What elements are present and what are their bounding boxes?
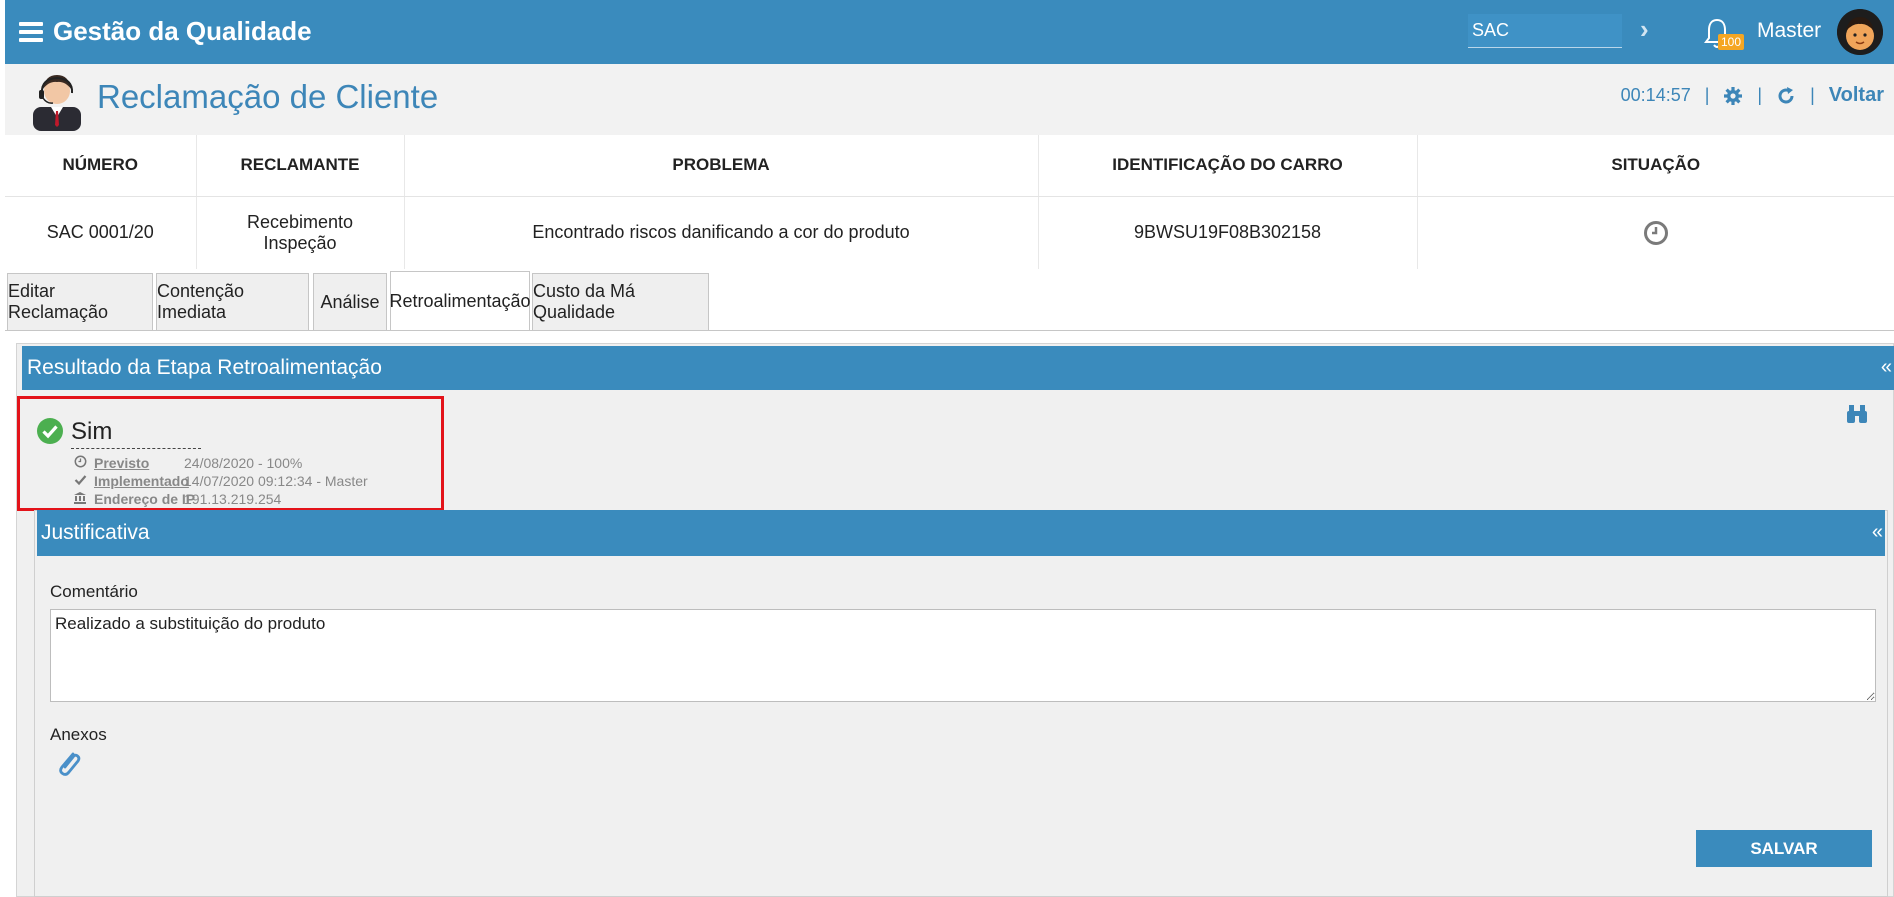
table-header-row: NÚMERO RECLAMANTE PROBLEMA IDENTIFICAÇÃO… — [5, 135, 1894, 197]
cell-situacao — [1416, 196, 1894, 269]
complaint-summary-table: NÚMERO RECLAMANTE PROBLEMA IDENTIFICAÇÃO… — [5, 135, 1894, 269]
comment-textarea[interactable]: Realizado a substituição do produto — [50, 609, 1876, 702]
table-row: SAC 0001/20 Recebimento Inspeção Encontr… — [5, 196, 1894, 269]
user-name[interactable]: Master — [1757, 19, 1821, 43]
column-header-carro: IDENTIFICAÇÃO DO CARRO — [1037, 135, 1417, 197]
tab-retroalimentacao[interactable]: Retroalimentação — [389, 271, 531, 331]
previsto-row: Previsto 24/08/2020 - 100% — [72, 455, 302, 471]
divider: | — [1704, 85, 1710, 105]
check-circle-icon — [37, 418, 63, 444]
cell-problema: Encontrado riscos danificando a cor do p… — [403, 196, 1038, 269]
justificativa-title: Justificativa — [41, 521, 150, 544]
column-header-reclamante: RECLAMANTE — [195, 135, 404, 197]
cell-numero: SAC 0001/20 — [46, 222, 154, 243]
previsto-value: 24/08/2020 - 100% — [184, 455, 303, 471]
column-header-situacao: SITUAÇÃO — [1416, 135, 1894, 197]
tab-editar-reclamacao[interactable]: Editar Reclamação — [7, 273, 153, 330]
comment-label: Comentário — [50, 582, 138, 601]
cell-reclamante: Recebimento Inspeção — [195, 196, 404, 269]
clock-icon — [1643, 220, 1668, 245]
tab-custo-ma-qualidade[interactable]: Custo da Má Qualidade — [532, 273, 709, 330]
column-header-numero: NÚMERO — [5, 135, 196, 197]
paperclip-icon[interactable] — [54, 748, 82, 778]
clock-icon — [72, 455, 88, 471]
column-header-problema: PROBLEMA — [403, 135, 1038, 197]
divider: | — [1757, 85, 1763, 105]
page-header: Reclamação de Cliente 00:14:57 | | | Vol… — [5, 64, 1894, 135]
reclamante-line: Inspeção — [263, 232, 337, 253]
collapse-icon[interactable]: « — [1872, 521, 1883, 544]
cell-carro: 9BWSU19F08B302158 — [1037, 196, 1417, 269]
ip-value: 191.13.219.254 — [184, 491, 282, 507]
gear-icon[interactable] — [1723, 86, 1743, 106]
collapse-icon[interactable]: « — [1881, 356, 1892, 379]
customer-service-icon — [33, 75, 81, 131]
attachments-label: Anexos — [50, 725, 107, 744]
header-tools: 00:14:57 | | | Voltar — [1621, 84, 1894, 107]
notification-badge: 100 — [1718, 34, 1745, 50]
app-title: Gestão da Qualidade — [53, 16, 312, 46]
refresh-icon[interactable] — [1776, 86, 1796, 106]
bank-icon — [72, 491, 88, 507]
implementado-label[interactable]: Implementado — [94, 473, 189, 489]
panel-title: Resultado da Etapa Retroalimentação — [27, 356, 382, 379]
ip-row: Endereço de IP 191.13.219.254 — [72, 491, 281, 507]
page-title: Reclamação de Cliente — [97, 78, 439, 115]
save-button[interactable]: SALVAR — [1696, 830, 1872, 867]
result-panel-header: Resultado da Etapa Retroalimentação « — [22, 346, 1894, 390]
chevron-right-icon[interactable]: › — [1640, 14, 1649, 45]
implementado-value: 14/07/2020 09:12:34 - Master — [184, 473, 368, 489]
checkmark-icon — [72, 473, 88, 489]
implementado-row: Implementado 14/07/2020 09:12:34 - Maste… — [72, 473, 368, 489]
binoculars-icon[interactable] — [1845, 403, 1869, 425]
justificativa-panel — [34, 510, 1888, 897]
tab-contencao-imediata[interactable]: Contenção Imediata — [156, 273, 309, 330]
reclamante-line: Recebimento — [246, 211, 354, 232]
back-link[interactable]: Voltar — [1829, 84, 1884, 107]
ip-label: Endereço de IP — [94, 491, 196, 507]
tab-analise[interactable]: Análise — [313, 273, 387, 330]
result-status: Sim — [71, 418, 201, 449]
divider: | — [1810, 85, 1815, 105]
justificativa-header: Justificativa « — [37, 510, 1885, 556]
avatar[interactable] — [1837, 9, 1883, 55]
divider — [5, 330, 1894, 331]
hamburger-menu-icon[interactable] — [19, 22, 43, 42]
session-timer: 00:14:57 — [1620, 85, 1691, 105]
search-input[interactable] — [1468, 14, 1622, 48]
previsto-label[interactable]: Previsto — [94, 455, 184, 471]
